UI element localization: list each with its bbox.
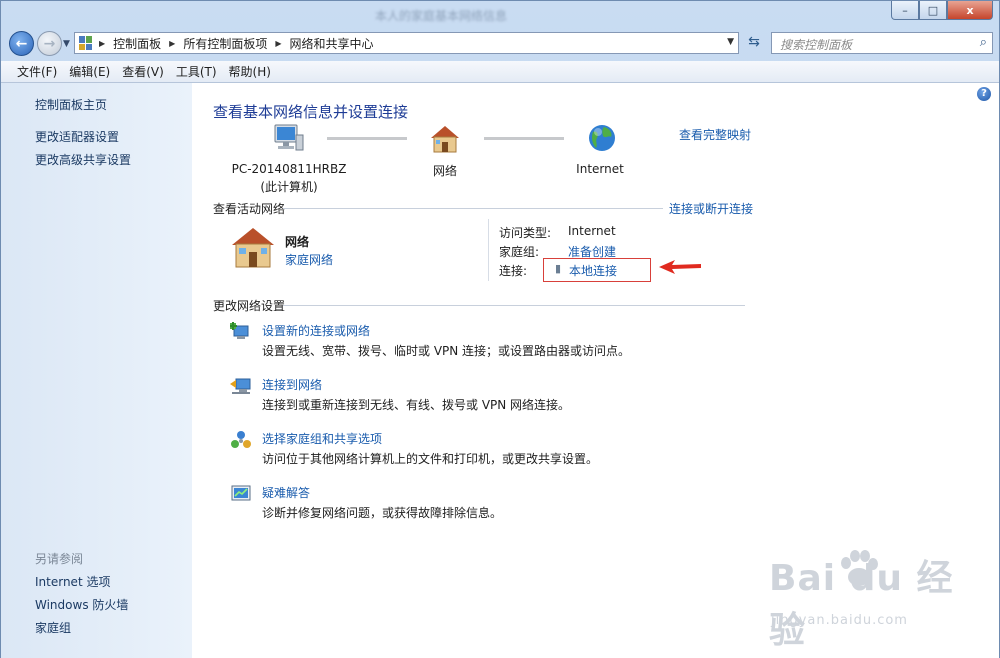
task-description: 连接到或重新连接到无线、有线、拨号或 VPN 网络连接。	[262, 398, 571, 412]
network-type-link[interactable]: 家庭网络	[285, 251, 333, 268]
menu-view[interactable]: 查看(V)	[122, 63, 164, 80]
homegroup-label: 家庭组:	[499, 245, 540, 259]
node-internet-label: Internet	[576, 162, 624, 176]
connection-line	[327, 137, 407, 140]
troubleshoot-icon	[231, 485, 251, 501]
sidebar-link-homegroup[interactable]: 家庭组	[35, 619, 71, 636]
menu-bar: 文件(F) 编辑(E) 查看(V) 工具(T) 帮助(H)	[1, 61, 999, 83]
close-button[interactable]: x	[947, 1, 993, 20]
node-computer-sublabel: (此计算机)	[260, 180, 318, 194]
task-title[interactable]: 疑难解答	[262, 484, 310, 501]
window-controls: – □ x	[891, 1, 993, 21]
page-title: 查看基本网络信息并设置连接	[213, 103, 409, 121]
connections-label: 连接:	[499, 264, 528, 278]
paw-icon	[841, 550, 878, 586]
connect-disconnect-link[interactable]: 连接或断开连接	[669, 200, 753, 217]
node-network-label: 网络	[432, 164, 457, 178]
help-icon[interactable]: ?	[977, 87, 991, 101]
title-bar: 本人的家庭基本网络信息 – □ x	[1, 1, 999, 29]
new-connection-icon	[230, 322, 249, 339]
active-networks-heading: 查看活动网络	[213, 202, 286, 216]
refresh-icon: ⇆	[748, 34, 760, 50]
task-description: 访问位于其他网络计算机上的文件和打印机，或更改共享设置。	[262, 452, 599, 466]
task-description: 设置无线、宽带、拨号、临时或 VPN 连接；或设置路由器或访问点。	[262, 344, 631, 358]
menu-tools[interactable]: 工具(T)	[176, 63, 217, 80]
navigation-bar: ← → ▼ ▶ 控制面板 ▶ 所有控制面板项 ▶ 网络和共享中心 ▼ ⇆ 搜索控…	[1, 29, 999, 59]
active-network-name: 网络	[285, 235, 310, 249]
address-bar[interactable]: ▶ 控制面板 ▶ 所有控制面板项 ▶ 网络和共享中心 ▼	[74, 32, 739, 54]
house-icon	[431, 126, 459, 153]
search-box[interactable]: 搜索控制面板 ⌕	[771, 32, 993, 54]
change-settings-heading: 更改网络设置	[213, 299, 286, 313]
watermark-url: jingyan.baidu.com	[771, 613, 908, 628]
section-divider	[283, 208, 663, 209]
home-network-icon	[232, 228, 274, 268]
back-button[interactable]: ←	[9, 31, 34, 56]
ethernet-plug-icon: ▮	[555, 262, 562, 275]
forward-button[interactable]: →	[37, 31, 62, 56]
menu-edit[interactable]: 编辑(E)	[69, 63, 110, 80]
sidebar-link-adapter-settings[interactable]: 更改适配器设置	[35, 128, 119, 145]
recent-pages-dropdown-icon[interactable]: ▼	[63, 39, 70, 49]
connection-line	[484, 137, 564, 140]
address-dropdown-icon[interactable]: ▼	[727, 37, 734, 47]
connect-network-icon	[230, 378, 251, 394]
task-title[interactable]: 连接到网络	[262, 376, 322, 393]
breadcrumb-separator-icon[interactable]: ▶	[275, 39, 281, 48]
search-placeholder: 搜索控制面板	[780, 38, 853, 52]
node-computer-label: PC-20140811HRBZ	[231, 162, 347, 176]
access-type-value: Internet	[568, 224, 616, 238]
local-connection-link[interactable]: 本地连接	[569, 262, 617, 279]
refresh-button[interactable]: ⇆	[742, 34, 766, 54]
sidebar-link-advanced-sharing[interactable]: 更改高级共享设置	[35, 151, 131, 168]
homegroup-icon	[231, 431, 251, 448]
breadcrumb-all-items[interactable]: 所有控制面板项	[183, 35, 267, 52]
breadcrumb-network-center[interactable]: 网络和共享中心	[290, 35, 374, 52]
breadcrumb-separator-icon[interactable]: ▶	[99, 39, 105, 48]
sidebar-link-control-panel-home[interactable]: 控制面板主页	[35, 96, 107, 113]
baidu-watermark: Bai du 经验 jingyan.baidu.com	[769, 549, 959, 651]
forward-arrow-icon: →	[43, 35, 56, 52]
task-title[interactable]: 设置新的连接或网络	[262, 322, 370, 339]
breadcrumb-separator-icon[interactable]: ▶	[169, 39, 175, 48]
explorer-window: 本人的家庭基本网络信息 – □ x ← → ▼ ▶ 控制面板 ▶ 所有控制面板项…	[0, 0, 1000, 658]
maximize-button[interactable]: □	[919, 1, 947, 20]
section-divider	[283, 305, 745, 306]
window-title: 本人的家庭基本网络信息	[374, 9, 507, 23]
menu-file[interactable]: 文件(F)	[17, 63, 57, 80]
globe-icon	[589, 125, 615, 151]
sidebar-link-internet-options[interactable]: Internet 选项	[35, 573, 110, 590]
menu-help[interactable]: 帮助(H)	[229, 63, 271, 80]
vertical-divider	[488, 219, 489, 281]
red-arrow-icon	[659, 260, 701, 274]
control-panel-icon	[79, 36, 93, 50]
computer-icon	[274, 124, 304, 151]
sidebar-link-windows-firewall[interactable]: Windows 防火墙	[35, 596, 128, 613]
view-full-map-link[interactable]: 查看完整映射	[679, 126, 751, 143]
back-arrow-icon: ←	[15, 35, 28, 52]
sidebar: 控制面板主页 更改适配器设置 更改高级共享设置 另请参阅 Internet 选项…	[1, 83, 192, 658]
search-icon[interactable]: ⌕	[980, 35, 987, 50]
task-title[interactable]: 选择家庭组和共享选项	[262, 430, 382, 447]
see-also-heading: 另请参阅	[35, 552, 84, 566]
task-description: 诊断并修复网络问题，或获得故障排除信息。	[262, 506, 503, 520]
breadcrumb-control-panel[interactable]: 控制面板	[113, 35, 161, 52]
access-type-label: 访问类型:	[499, 226, 552, 240]
minimize-button[interactable]: –	[891, 1, 919, 20]
